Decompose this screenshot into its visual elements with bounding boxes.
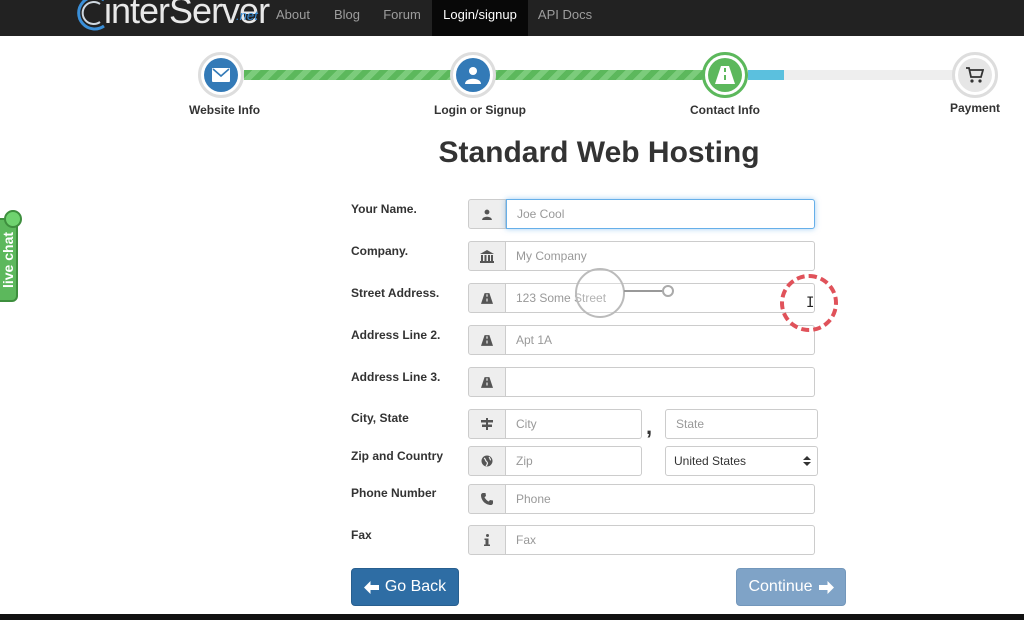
- globe-icon: [481, 455, 493, 467]
- live-chat-tab[interactable]: live chat: [0, 218, 18, 302]
- drag-start-indicator: [575, 268, 625, 318]
- step-login-signup[interactable]: [450, 52, 496, 98]
- fax-input[interactable]: [506, 525, 815, 555]
- zip-addon: [468, 446, 506, 476]
- city-input[interactable]: [506, 409, 642, 439]
- drag-end-indicator: [662, 285, 674, 297]
- arrow-left-icon: [363, 580, 379, 594]
- nav-forum[interactable]: Forum: [376, 0, 428, 36]
- step-label-login-signup: Login or Signup: [434, 103, 526, 117]
- label-fax: Fax: [351, 528, 372, 542]
- label-company: Company.: [351, 244, 409, 258]
- select-arrows-icon: [803, 456, 811, 466]
- road-icon: [481, 376, 493, 388]
- site-logo[interactable]: interServer .net: [70, 0, 270, 32]
- street-address-input[interactable]: [506, 283, 815, 313]
- step-contact-info[interactable]: [702, 52, 748, 98]
- label-your-name: Your Name.: [351, 202, 417, 216]
- text-cursor-icon: I: [806, 295, 815, 311]
- bottom-bar: [0, 614, 1024, 620]
- company-input[interactable]: [506, 241, 815, 271]
- address-line-2-input[interactable]: [506, 325, 815, 355]
- page-title: Standard Web Hosting: [438, 136, 760, 169]
- step-payment[interactable]: [952, 52, 998, 98]
- nav-api-docs[interactable]: API Docs: [532, 0, 598, 36]
- zip-input[interactable]: [506, 446, 642, 476]
- road-icon: [481, 292, 493, 304]
- address3-addon: [468, 367, 506, 397]
- city-state-separator: ,: [646, 414, 653, 439]
- logo-suffix: .net: [236, 8, 258, 23]
- drag-path-indicator: [624, 290, 664, 292]
- progress-track-pending: [784, 70, 956, 80]
- user-icon: [465, 67, 481, 84]
- nav-login-signup[interactable]: Login/signup: [432, 0, 528, 36]
- country-select-value: United States: [674, 454, 747, 468]
- arrow-right-icon: [818, 580, 834, 594]
- step-label-payment: Payment: [950, 101, 1001, 115]
- phone-icon: [481, 493, 493, 505]
- go-back-button[interactable]: Go Back: [351, 568, 459, 606]
- address-line-3-input[interactable]: [506, 367, 815, 397]
- your-name-input[interactable]: [506, 199, 815, 229]
- user-icon: [482, 209, 492, 220]
- signpost-icon: [481, 418, 493, 430]
- step-label-website-info: Website Info: [189, 103, 261, 117]
- nav-about[interactable]: About: [268, 0, 318, 36]
- info-icon: [484, 534, 490, 546]
- continue-label: Continue: [748, 578, 813, 595]
- label-city-state: City, State: [351, 411, 409, 425]
- phone-addon: [468, 484, 506, 514]
- progress-track-current: [748, 70, 784, 80]
- road-icon: [481, 334, 493, 346]
- envelope-icon: [212, 68, 230, 82]
- country-select[interactable]: United States: [665, 446, 818, 476]
- street-addon: [468, 283, 506, 313]
- label-phone-number: Phone Number: [351, 486, 437, 500]
- label-street-address: Street Address.: [351, 286, 440, 300]
- label-zip-country: Zip and Country: [351, 449, 443, 463]
- company-addon: [468, 241, 506, 271]
- step-website-info[interactable]: [198, 52, 244, 98]
- live-chat-label: live chat: [0, 231, 17, 289]
- go-back-label: Go Back: [384, 578, 447, 595]
- label-address-line-2: Address Line 2.: [351, 328, 441, 342]
- checkout-wizard: Website Info Login or Signup Contact Inf…: [0, 50, 1024, 130]
- nav-blog[interactable]: Blog: [324, 0, 370, 36]
- address2-addon: [468, 325, 506, 355]
- label-address-line-3: Address Line 3.: [351, 370, 441, 384]
- top-navbar: interServer .net About Blog Forum Login/…: [0, 0, 1024, 36]
- live-chat-status-dot: [4, 210, 22, 228]
- cart-icon: [966, 67, 984, 83]
- bank-icon: [480, 249, 494, 263]
- state-input[interactable]: [665, 409, 818, 439]
- city-addon: [468, 409, 506, 439]
- fax-addon: [468, 525, 506, 555]
- phone-input[interactable]: [506, 484, 815, 514]
- name-addon: [468, 199, 506, 229]
- continue-button[interactable]: Continue: [736, 568, 846, 606]
- road-icon: [715, 66, 735, 84]
- step-label-contact-info: Contact Info: [690, 103, 760, 117]
